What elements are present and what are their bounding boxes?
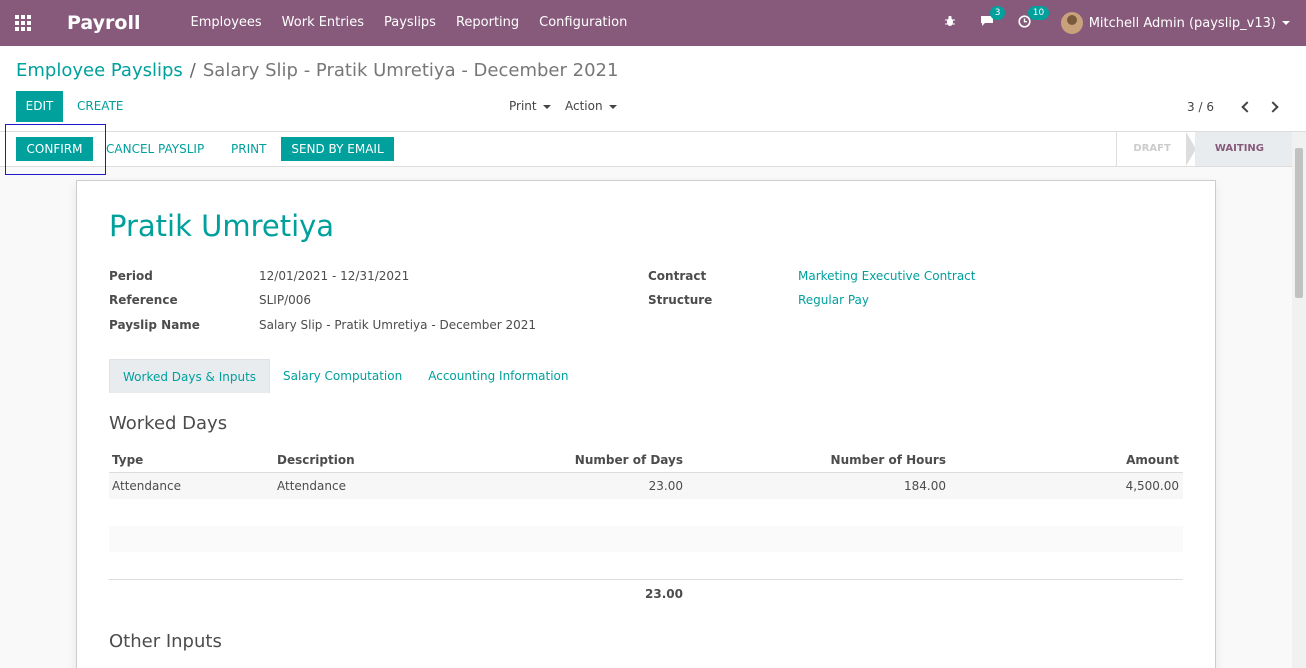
col-description[interactable]: Description <box>277 453 477 467</box>
action-caret-icon <box>608 104 617 109</box>
employee-name[interactable]: Pratik Umretiya <box>109 209 334 243</box>
stage-waiting[interactable]: WAITING <box>1194 132 1292 166</box>
menu-reporting[interactable]: Reporting <box>446 0 529 46</box>
cell-days: 23.00 <box>648 479 683 493</box>
control-panel: Employee Payslips / Salary Slip - Pratik… <box>0 46 1306 132</box>
payslip-name-value: Salary Slip - Pratik Umretiya - December… <box>259 318 537 332</box>
menu-payslips[interactable]: Payslips <box>374 0 446 46</box>
table-row[interactable]: Attendance Attendance 23.00 184.00 4,500… <box>109 473 1183 499</box>
send-by-email-button[interactable]: SEND BY EMAIL <box>281 137 394 161</box>
create-button[interactable]: CREATE <box>77 91 124 122</box>
user-avatar <box>1060 12 1083 34</box>
main-menu: Employees Work Entries Payslips Reportin… <box>181 0 638 46</box>
apps-menu-icon[interactable] <box>0 0 46 46</box>
form-statusbar: CONFIRM CANCEL PAYSLIP PRINT SEND BY EMA… <box>0 124 1306 175</box>
print-dropdown-label: Print <box>509 99 537 113</box>
worked-days-title: Worked Days <box>109 413 228 434</box>
action-dropdown[interactable]: Action <box>565 91 617 122</box>
col-amount[interactable]: Amount <box>946 453 1183 467</box>
menu-configuration[interactable]: Configuration <box>529 0 637 46</box>
breadcrumb-parent[interactable]: Employee Payslips <box>16 60 183 81</box>
vertical-scrollbar[interactable] <box>1292 132 1306 668</box>
period-value: 12/01/2021 - 12/31/2021 <box>259 269 410 283</box>
user-name: Mitchell Admin (payslip_v13) <box>1088 15 1276 31</box>
notebook-tabs: Worked Days & Inputs Salary Computation … <box>109 359 582 393</box>
col-number-of-hours[interactable]: Number of Hours <box>683 453 946 467</box>
pager: 3 / 6 <box>1187 91 1286 122</box>
messages-badge: 3 <box>989 6 1006 20</box>
stage-draft[interactable]: DRAFT <box>1116 132 1197 166</box>
print-button[interactable]: PRINT <box>231 137 266 161</box>
structure-label: Structure <box>648 293 713 307</box>
scrollbar-thumb[interactable] <box>1295 148 1303 298</box>
action-dropdown-label: Action <box>565 99 603 113</box>
top-navbar: Payroll Employees Work Entries Payslips … <box>0 0 1306 46</box>
app-brand[interactable]: Payroll <box>67 12 141 34</box>
worked-days-table: Type Description Number of Days Number o… <box>109 447 1183 499</box>
debug-bug-icon[interactable] <box>944 15 956 31</box>
col-number-of-days[interactable]: Number of Days <box>477 453 683 467</box>
menu-employees[interactable]: Employees <box>181 0 272 46</box>
contract-link[interactable]: Marketing Executive Contract <box>798 269 975 283</box>
tab-salary-computation[interactable]: Salary Computation <box>270 359 415 393</box>
col-type[interactable]: Type <box>109 453 277 467</box>
breadcrumb-current: Salary Slip - Pratik Umretiya - December… <box>202 60 619 81</box>
reference-label: Reference <box>109 293 178 307</box>
print-caret-icon <box>542 104 551 109</box>
period-label: Period <box>109 269 153 283</box>
pager-next-icon[interactable] <box>1267 100 1279 113</box>
messaging-chat-icon[interactable]: 3 <box>980 6 1006 31</box>
pager-value[interactable]: 3 / 6 <box>1187 100 1214 114</box>
confirm-button[interactable]: CONFIRM <box>16 137 93 161</box>
cell-description: Attendance <box>277 479 346 493</box>
systray: 3 10 Mitchell Admin (payslip_v13) <box>932 0 1306 46</box>
cell-type: Attendance <box>112 479 181 493</box>
payslip-name-label: Payslip Name <box>109 318 200 332</box>
table-header: Type Description Number of Days Number o… <box>109 447 1183 473</box>
other-inputs-title: Other Inputs <box>109 631 222 652</box>
reference-value: SLIP/006 <box>259 293 312 307</box>
user-menu[interactable]: Mitchell Admin (payslip_v13) <box>1060 12 1290 34</box>
edit-button[interactable]: EDIT <box>16 91 63 122</box>
form-sheet: Pratik Umretiya Period 12/01/2021 - 12/3… <box>76 180 1216 668</box>
tab-worked-days-inputs[interactable]: Worked Days & Inputs <box>109 359 271 393</box>
table-footer: 23.00 <box>109 579 1183 607</box>
cancel-payslip-button[interactable]: CANCEL PAYSLIP <box>106 137 204 161</box>
structure-link[interactable]: Regular Pay <box>798 293 869 307</box>
contract-label: Contract <box>648 269 707 283</box>
print-dropdown[interactable]: Print <box>509 91 551 122</box>
breadcrumb-separator: / <box>189 60 196 81</box>
cell-amount: 4,500.00 <box>1125 479 1179 493</box>
activities-badge: 10 <box>1027 5 1050 20</box>
empty-table-row <box>109 526 1183 552</box>
total-days: 23.00 <box>645 587 683 601</box>
activity-clock-icon[interactable]: 10 <box>1018 5 1050 32</box>
pager-previous-icon[interactable] <box>1241 100 1253 113</box>
tab-accounting-information[interactable]: Accounting Information <box>415 359 581 393</box>
menu-work-entries[interactable]: Work Entries <box>272 0 374 46</box>
status-stages: DRAFT WAITING <box>1116 132 1292 166</box>
breadcrumb: Employee Payslips / Salary Slip - Pratik… <box>16 60 618 81</box>
cell-hours: 184.00 <box>904 479 946 493</box>
user-caret-icon <box>1282 21 1290 25</box>
